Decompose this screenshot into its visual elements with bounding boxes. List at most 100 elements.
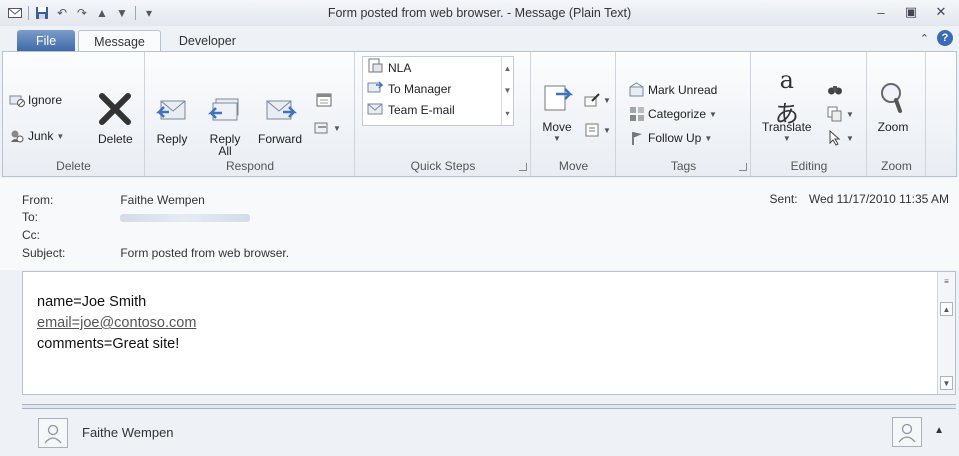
body-line-comments: comments=Great site!	[37, 336, 180, 352]
people-pane: Faithe Wempen ▲	[22, 411, 956, 454]
tab-message[interactable]: Message	[78, 30, 161, 52]
chevron-down-icon: ▼	[603, 95, 611, 105]
quick-step-item[interactable]: Team E-mail	[363, 99, 513, 120]
window-title: Form posted from web browser. - Message …	[327, 6, 632, 20]
gallery-expand-icon[interactable]: ▾	[505, 109, 509, 118]
title-bar: ↶ ↷ ▲ ▼ ▾ Form posted from web browser. …	[0, 0, 959, 26]
scroll-down-button[interactable]: ▼	[940, 376, 953, 390]
to-row: To:	[22, 210, 251, 224]
chevron-down-icon: ▼	[333, 123, 341, 133]
group-label-move: Move	[558, 159, 589, 173]
group-editing: aあ Translate ▼ ▼ ▼ Editing	[752, 52, 867, 176]
minimize-icon[interactable]: –	[869, 3, 893, 21]
chevron-down-icon: ▼	[846, 133, 854, 143]
related-button[interactable]: ▼	[827, 106, 854, 122]
rules-icon	[584, 92, 600, 108]
reply-button[interactable]: Reply	[155, 92, 189, 146]
reply-all-button[interactable]: Reply All	[208, 92, 242, 158]
forward-button[interactable]: Forward	[258, 92, 302, 146]
people-pane-name[interactable]: Faithe Wempen	[82, 425, 174, 440]
subject-label: Subject:	[22, 246, 66, 260]
group-quick-steps: NLA To Manager Team E-mail ▲ ▼ ▾ Quick S…	[356, 52, 531, 176]
chevron-down-icon: ▼	[553, 134, 561, 143]
body-text: name=Joe Smith email=joe@contoso.com com…	[37, 292, 196, 355]
cc-row: Cc:	[22, 228, 117, 242]
split-icon[interactable]: ≡	[940, 274, 953, 288]
quick-step-item[interactable]: To Manager	[363, 78, 513, 99]
maximize-icon[interactable]: ▣	[899, 3, 923, 21]
group-label-quick-steps: Quick Steps	[410, 159, 476, 173]
select-button[interactable]: ▼	[827, 130, 854, 146]
sent-row: Sent: Wed 11/17/2010 11:35 AM	[770, 192, 949, 206]
more-respond-icon	[314, 120, 330, 136]
chevron-down-icon: ▼	[709, 109, 717, 119]
onenote-button[interactable]: ▼	[584, 122, 611, 138]
subject-value: Form posted from web browser.	[120, 246, 290, 260]
ribbon-tabs: File Message Developer	[0, 26, 959, 52]
related-icon	[827, 106, 843, 122]
group-label-editing: Editing	[790, 159, 828, 173]
mark-unread-button[interactable]: Mark Unread	[629, 82, 717, 98]
to-label: To:	[22, 210, 39, 224]
ribbon-controls: ⌃ ?	[920, 30, 953, 46]
chevron-down-icon: ▼	[56, 131, 65, 141]
chevron-down-icon: ▼	[782, 134, 791, 143]
reply-all-icon	[208, 92, 242, 126]
help-icon[interactable]: ?	[937, 30, 953, 46]
mark-unread-icon	[629, 82, 645, 98]
junk-button[interactable]: Junk ▼	[9, 128, 64, 144]
group-label-tags: Tags	[670, 159, 697, 173]
rules-button[interactable]: ▼	[584, 92, 611, 108]
cursor-icon	[827, 130, 843, 146]
tab-developer[interactable]: Developer	[164, 30, 251, 52]
find-icon[interactable]	[827, 82, 843, 101]
ignore-button[interactable]: Ignore	[9, 92, 62, 108]
scroll-down-icon[interactable]: ▼	[504, 86, 512, 95]
team-email-icon	[367, 100, 383, 119]
subject-row: Subject: Form posted from web browser.	[22, 246, 289, 260]
contact-photo-icon[interactable]	[892, 417, 922, 447]
meeting-icon[interactable]	[316, 92, 332, 111]
tab-file[interactable]: File	[17, 30, 76, 52]
scroll-up-icon[interactable]: ▲	[504, 64, 512, 73]
group-respond: Reply Reply All Forward ▼ Respond	[146, 52, 355, 176]
delete-icon	[98, 92, 132, 126]
move-icon	[540, 80, 574, 114]
follow-up-button[interactable]: Follow Up ▼	[629, 130, 712, 146]
quick-steps-gallery: NLA To Manager Team E-mail ▲ ▼ ▾	[362, 56, 514, 126]
group-label-zoom: Zoom	[881, 159, 912, 173]
group-label-respond: Respond	[225, 159, 275, 173]
categorize-icon	[629, 106, 645, 122]
zoom-button[interactable]: Zoom	[876, 80, 910, 134]
reply-icon	[155, 92, 189, 126]
from-value[interactable]: Faithe Wempen	[120, 193, 205, 207]
group-delete: Ignore Junk ▼ Delete Delete	[3, 52, 145, 176]
flag-icon	[629, 130, 645, 146]
expand-people-pane-icon[interactable]: ▲	[934, 425, 944, 436]
close-icon[interactable]: ✕	[929, 3, 953, 21]
from-row: From: Faithe Wempen	[22, 193, 205, 207]
sent-value: Wed 11/17/2010 11:35 AM	[808, 192, 949, 206]
move-button[interactable]: Move ▼	[540, 80, 574, 143]
quick-step-item[interactable]: NLA	[363, 57, 513, 78]
vertical-scrollbar[interactable]: ≡ ▲ ▼	[937, 272, 955, 394]
to-value-redacted[interactable]	[120, 213, 251, 222]
email-link[interactable]: email=joe@contoso.com	[37, 315, 196, 331]
delete-button[interactable]: Delete	[98, 92, 133, 146]
group-label-delete: Delete	[56, 159, 91, 173]
group-zoom: Zoom Zoom	[868, 52, 926, 176]
magnifier-icon	[876, 80, 910, 114]
message-body[interactable]: name=Joe Smith email=joe@contoso.com com…	[22, 271, 956, 395]
scroll-up-button[interactable]: ▲	[940, 302, 953, 316]
forward-icon	[263, 92, 297, 126]
more-respond-button[interactable]: ▼	[314, 120, 341, 136]
gallery-scroll[interactable]: ▲ ▼ ▾	[501, 57, 513, 125]
people-pane-splitter[interactable]	[22, 404, 956, 409]
avatar[interactable]	[38, 417, 68, 448]
body-line-name: name=Joe Smith	[37, 294, 147, 310]
translate-button[interactable]: aあ Translate ▼	[762, 66, 812, 144]
minimize-ribbon-icon[interactable]: ⌃	[920, 32, 929, 45]
ribbon: Ignore Junk ▼ Delete Delete Reply Reply …	[2, 51, 957, 177]
message-header: From: Faithe Wempen To: Cc: Subject: For…	[0, 178, 959, 270]
categorize-button[interactable]: Categorize ▼	[629, 106, 717, 122]
